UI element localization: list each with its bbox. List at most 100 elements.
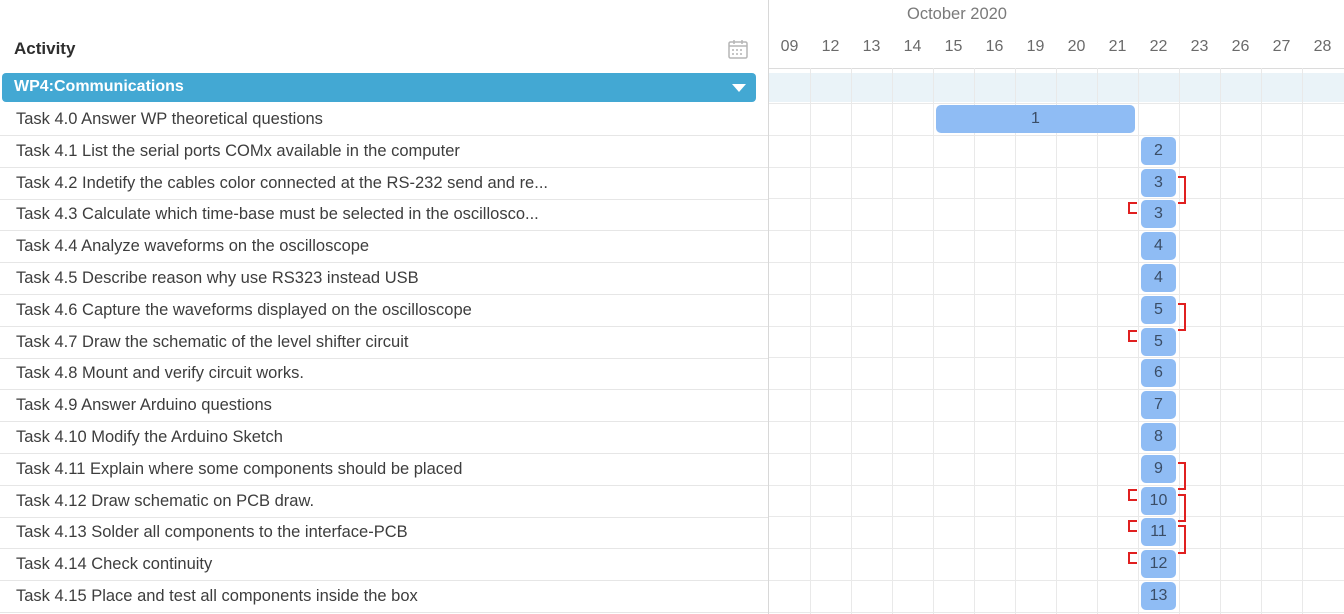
- day-label: 16: [985, 38, 1004, 55]
- grid-row-line: [769, 103, 1344, 104]
- grid-row-line: [769, 262, 1344, 263]
- dependency-out-connector: [1178, 525, 1186, 554]
- grid-row-line: [769, 389, 1344, 391]
- task-row[interactable]: Task 4.9 Answer Arduino questions: [0, 390, 768, 423]
- task-row[interactable]: Task 4.14 Check continuity: [0, 549, 768, 582]
- task-bar[interactable]: 9: [1141, 454, 1176, 483]
- day-label: 19: [1026, 38, 1045, 55]
- task-bar[interactable]: 5: [1141, 327, 1176, 356]
- task-row[interactable]: Task 4.2 Indetify the cables color conne…: [0, 168, 768, 200]
- task-row[interactable]: Task 4.13 Solder all components to the i…: [0, 517, 768, 550]
- task-bar[interactable]: 5: [1141, 295, 1176, 324]
- task-label: Task 4.7 Draw the schematic of the level…: [16, 332, 409, 351]
- task-bar[interactable]: 3: [1141, 200, 1176, 229]
- group-row-wp4[interactable]: WP4:Communications: [2, 73, 756, 102]
- grid-row-line: [769, 166, 1344, 168]
- task-label: Task 4.12 Draw schematic on PCB draw.: [16, 491, 315, 510]
- task-bar[interactable]: 6: [1141, 359, 1176, 388]
- task-row[interactable]: Task 4.8 Mount and verify circuit works.: [0, 358, 768, 391]
- grid-column-line: [1015, 68, 1016, 614]
- task-bar[interactable]: 2: [1141, 136, 1176, 165]
- task-bar[interactable]: 11: [1141, 518, 1176, 547]
- grid-column-line: [933, 68, 934, 614]
- grid-row-line: [769, 516, 1344, 518]
- task-row[interactable]: Task 4.6 Capture the waveforms displayed…: [0, 295, 768, 327]
- task-label: Task 4.8 Mount and verify circuit works.: [16, 364, 304, 383]
- task-row[interactable]: Task 4.15 Place and test all components …: [0, 581, 768, 613]
- task-label: Task 4.10 Modify the Arduino Sketch: [16, 428, 283, 446]
- group-label: WP4:Communications: [14, 78, 184, 95]
- day-label: 26: [1231, 38, 1250, 55]
- grid-row-line: [769, 198, 1344, 200]
- day-label: 20: [1067, 38, 1086, 55]
- task-bar[interactable]: 13: [1141, 582, 1176, 610]
- day-label: 09: [780, 38, 799, 55]
- task-bar[interactable]: 3: [1141, 168, 1176, 197]
- task-bar[interactable]: 8: [1141, 423, 1176, 451]
- grid-column-line: [851, 68, 852, 614]
- task-label: Task 4.6 Capture the waveforms displayed…: [16, 300, 472, 319]
- task-label: Task 4.5 Describe reason why use RS323 i…: [16, 269, 419, 287]
- task-label: Task 4.15 Place and test all components …: [16, 587, 418, 605]
- grid-column-line: [1302, 68, 1303, 614]
- activity-panel: Activity WP4:Communications Task 4.0 Ans…: [0, 0, 768, 614]
- day-label: 23: [1190, 38, 1209, 55]
- task-label: Task 4.0 Answer WP theoretical questions: [16, 110, 323, 128]
- task-label: Task 4.4 Analyze waveforms on the oscill…: [16, 237, 370, 256]
- task-row[interactable]: Task 4.3 Calculate which time-base must …: [0, 199, 768, 232]
- task-row[interactable]: Task 4.12 Draw schematic on PCB draw.: [0, 486, 768, 518]
- grid-row-line: [769, 357, 1344, 359]
- task-label: Task 4.14 Check continuity: [16, 555, 213, 574]
- task-row[interactable]: Task 4.4 Analyze waveforms on the oscill…: [0, 231, 768, 264]
- task-label: Task 4.11 Explain where some components …: [16, 459, 463, 478]
- task-row[interactable]: Task 4.0 Answer WP theoretical questions: [0, 104, 768, 136]
- task-bar[interactable]: 4: [1141, 232, 1176, 261]
- task-bar[interactable]: 12: [1141, 550, 1176, 579]
- grid-row-line: [769, 452, 1344, 454]
- task-row[interactable]: Task 4.5 Describe reason why use RS323 i…: [0, 263, 768, 295]
- grid-row-line: [769, 134, 1344, 136]
- grid-row-line: [769, 484, 1344, 486]
- grid-column-line: [1097, 68, 1098, 614]
- task-bar[interactable]: 1: [936, 105, 1135, 133]
- gantt-view: Activity WP4:Communications Task 4.0 Ans…: [0, 0, 1344, 614]
- dependency-out-connector: [1178, 493, 1186, 523]
- day-label: 21: [1108, 38, 1127, 55]
- day-label: 13: [862, 38, 881, 55]
- dependency-in-connector: [1128, 329, 1137, 342]
- timeline-panel: October 2020 09 12 13 14 15 16 19 20 21 22 23 26 27 2…: [768, 0, 1344, 614]
- grid-column-line: [1056, 68, 1057, 614]
- day-label: 22: [1149, 38, 1168, 55]
- task-bar[interactable]: 10: [1141, 486, 1176, 515]
- task-row[interactable]: Task 4.1 List the serial ports COMx avai…: [0, 136, 768, 168]
- activity-column-header: Activity: [14, 39, 76, 58]
- dependency-out-connector: [1178, 461, 1186, 491]
- day-label: 12: [821, 38, 840, 55]
- grid-column-line: [1261, 68, 1262, 614]
- grid-row-line: [769, 230, 1344, 232]
- grid-row-line: [769, 293, 1344, 295]
- task-row[interactable]: Task 4.10 Modify the Arduino Sketch: [0, 422, 768, 454]
- chevron-down-icon[interactable]: [732, 84, 746, 92]
- grid-column-line: [1138, 68, 1139, 614]
- dependency-out-connector: [1178, 302, 1186, 332]
- grid-row-line: [769, 580, 1344, 581]
- day-label: 15: [944, 38, 963, 55]
- task-row[interactable]: Task 4.11 Explain where some components …: [0, 454, 768, 486]
- task-label: Task 4.1 List the serial ports COMx avai…: [16, 141, 460, 160]
- dependency-in-connector: [1128, 552, 1137, 565]
- grid-row-line: [769, 421, 1344, 422]
- day-label: 28: [1313, 38, 1332, 55]
- grid-row-line: [769, 548, 1344, 550]
- grid-column-line: [1220, 68, 1221, 614]
- task-label: Task 4.3 Calculate which time-base must …: [16, 205, 539, 224]
- calendar-icon[interactable]: [727, 38, 749, 60]
- task-row[interactable]: Task 4.7 Draw the schematic of the level…: [0, 327, 768, 359]
- grid-column-line: [892, 68, 893, 614]
- grid-row-line: [769, 611, 1344, 613]
- month-label: October 2020: [907, 5, 1007, 23]
- task-bar[interactable]: 4: [1141, 264, 1176, 292]
- task-bar[interactable]: 7: [1141, 391, 1176, 420]
- dependency-out-connector: [1178, 175, 1186, 205]
- day-label: 27: [1272, 38, 1291, 55]
